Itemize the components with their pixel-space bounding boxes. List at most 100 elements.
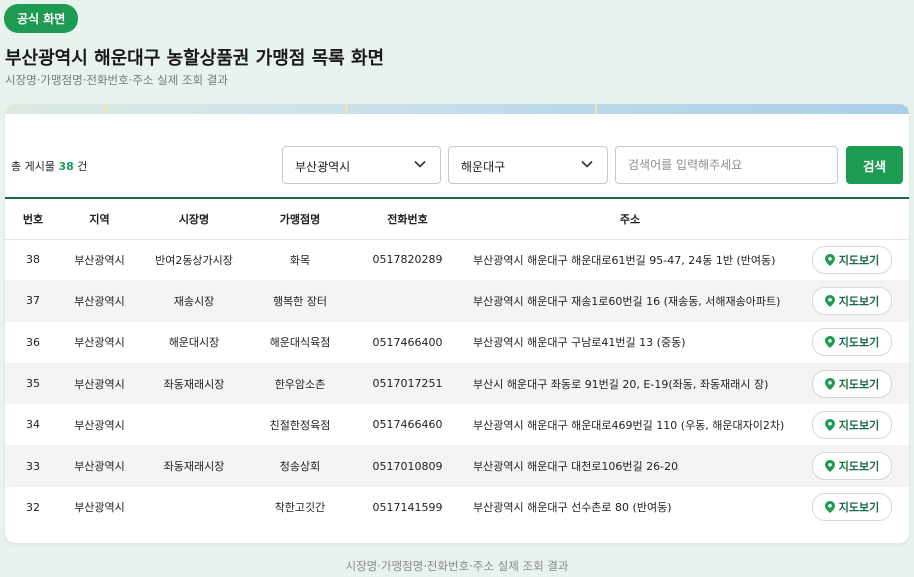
map-pin-icon (824, 418, 835, 431)
cell-action: 지도보기 (795, 322, 909, 363)
map-strip (5, 104, 909, 114)
district-select[interactable]: 해운대구 (448, 146, 608, 184)
cell-phone (350, 280, 465, 322)
map-pin-icon (824, 253, 835, 266)
cell-address: 부산시 해운대구 좌동로 91번길 20, E-19(좌동, 좌동재래시 장) (465, 362, 795, 405)
cell-market (138, 404, 250, 445)
cell-address: 부산광역시 해운대구 재송1로60번길 16 (재송동, 서해재송아파트) (465, 280, 795, 322)
cell-store: 착한고깃간 (274, 501, 326, 515)
cell-phone: 0517466400 (372, 335, 443, 349)
cell-market (138, 487, 250, 528)
cell-market: 재송시장 (138, 280, 250, 322)
cell-region: 부산광역시 (74, 418, 125, 432)
map-pin-icon (824, 460, 835, 473)
cell-region: 부산광역시 (61, 362, 138, 405)
view-map-button[interactable]: 지도보기 (811, 493, 893, 522)
cell-number: 37 (5, 280, 61, 322)
map-road-line (345, 104, 347, 114)
view-map-button[interactable]: 지도보기 (811, 245, 893, 274)
search-toolbar: 총 게시물 38 건 부산광역시 해운대구 검색 (5, 146, 909, 184)
header-number: 번호 (5, 199, 61, 240)
cell-region: 부산광역시 (74, 336, 125, 350)
table-row: 38 부산광역시 반여2동상가시장 화목 0517820289 부산광역시 해운대구 해운… (5, 239, 909, 280)
header-phone: 전화번호 (350, 199, 465, 240)
cell-action: 지도보기 (795, 445, 909, 487)
map-road-line (105, 104, 107, 114)
chevron-down-icon (414, 160, 426, 168)
cell-address: 부산광역시 해운대구 대천로106번길 26-20 (465, 445, 795, 487)
cell-number: 38 (26, 253, 40, 267)
district-select-value: 해운대구 (461, 160, 506, 174)
header-store: 가맹점명 (250, 199, 350, 240)
map-road-line (595, 104, 597, 114)
view-map-button[interactable]: 지도보기 (811, 286, 893, 315)
total-count: 총 게시물 38 건 (11, 158, 87, 174)
view-map-label: 지도보기 (838, 460, 880, 474)
cell-number: 34 (26, 418, 40, 432)
view-map-label: 지도보기 (838, 336, 880, 350)
table-row: 36 부산광역시 해운대시장 해운대식육점 0517466400 부산광역시 해운대구 구… (5, 322, 909, 363)
view-map-label: 지도보기 (838, 253, 880, 267)
header-action (795, 199, 909, 240)
table-header-row: 번호 지역 시장명 가맹점명 전화번호 주소 (5, 199, 909, 240)
cell-action: 지도보기 (795, 362, 909, 405)
view-map-label: 지도보기 (838, 501, 880, 515)
cell-number: 33 (5, 445, 61, 487)
cell-address: 부산광역시 해운대구 선수촌로 80 (반여동) (473, 501, 672, 515)
cell-market: 반여2동상가시장 (155, 253, 233, 267)
search-input[interactable] (615, 146, 838, 184)
view-map-label: 지도보기 (838, 418, 880, 432)
page-title: 부산광역시 해운대구 농할상품권 가맹점 목록 화면 (5, 48, 385, 69)
table-row: 37 부산광역시 재송시장 행복한 장터 부산광역시 해운대구 재송1로60번길 16 … (5, 280, 909, 322)
map-pin-icon (824, 501, 835, 514)
cell-region: 부산광역시 (61, 280, 138, 322)
total-count-prefix: 총 게시물 (11, 160, 55, 173)
cell-phone: 0517820289 (372, 253, 443, 267)
total-count-suffix: 건 (77, 160, 88, 173)
search-button[interactable]: 검색 (846, 146, 903, 184)
cell-phone: 0517017251 (350, 362, 465, 405)
map-pin-icon (824, 377, 835, 390)
view-map-label: 지도보기 (838, 294, 880, 308)
view-map-label: 지도보기 (838, 377, 880, 391)
map-pin-icon (824, 294, 835, 307)
cell-store: 화목 (289, 253, 311, 267)
cell-market: 해운대시장 (168, 336, 220, 350)
cell-action: 지도보기 (795, 280, 909, 322)
cell-market: 좌동재래시장 (138, 362, 250, 405)
table-row: 35 부산광역시 좌동재래시장 한우암소촌 0517017251 부산시 해운대구 좌동로… (5, 362, 909, 405)
cell-address: 부산광역시 해운대구 해운대로469번길 110 (우동, 해운대자이2차) (473, 418, 785, 432)
cell-phone: 0517141599 (372, 500, 443, 514)
official-screen-badge: 공식 화면 (4, 4, 79, 33)
cell-number: 35 (5, 362, 61, 405)
cell-store: 청송상회 (250, 445, 350, 487)
cell-region: 부산광역시 (74, 501, 125, 515)
cell-store: 해운대식육점 (269, 336, 331, 350)
header-region: 지역 (61, 199, 138, 240)
header-address: 주소 (465, 199, 795, 240)
results-card: 총 게시물 38 건 부산광역시 해운대구 검색 번호 지역 (5, 104, 909, 543)
cell-action: 지도보기 (795, 404, 909, 445)
region-select[interactable]: 부산광역시 (282, 146, 441, 184)
cell-store: 한우암소촌 (250, 362, 350, 405)
store-table: 번호 지역 시장명 가맹점명 전화번호 주소 38 부산광역시 반여2동상가시장 화목… (5, 199, 909, 528)
cell-store: 행복한 장터 (250, 280, 350, 322)
cell-address: 부산광역시 해운대구 해운대로61번길 95-47, 24동 1반 (반여동) (473, 253, 776, 267)
view-map-button[interactable]: 지도보기 (811, 452, 893, 481)
view-map-button[interactable]: 지도보기 (811, 369, 893, 398)
cell-market: 좌동재래시장 (138, 445, 250, 487)
page-subtitle: 시장명·가맹점명·전화번호·주소 실제 조회 결과 (5, 73, 228, 87)
view-map-button[interactable]: 지도보기 (811, 328, 893, 357)
region-select-value: 부산광역시 (295, 160, 351, 174)
cell-number: 36 (26, 335, 40, 349)
table-row: 33 부산광역시 좌동재래시장 청송상회 0517010809 부산광역시 해운대구 대천… (5, 445, 909, 487)
cell-number: 32 (26, 500, 40, 514)
cell-store: 친절한정육점 (269, 418, 331, 432)
cell-action: 지도보기 (795, 239, 909, 280)
cell-phone: 0517466460 (372, 418, 443, 432)
total-count-value: 38 (58, 160, 74, 173)
header-market: 시장명 (138, 199, 250, 240)
view-map-button[interactable]: 지도보기 (811, 410, 893, 439)
cell-phone: 0517010809 (350, 445, 465, 487)
chevron-down-icon (581, 160, 593, 168)
